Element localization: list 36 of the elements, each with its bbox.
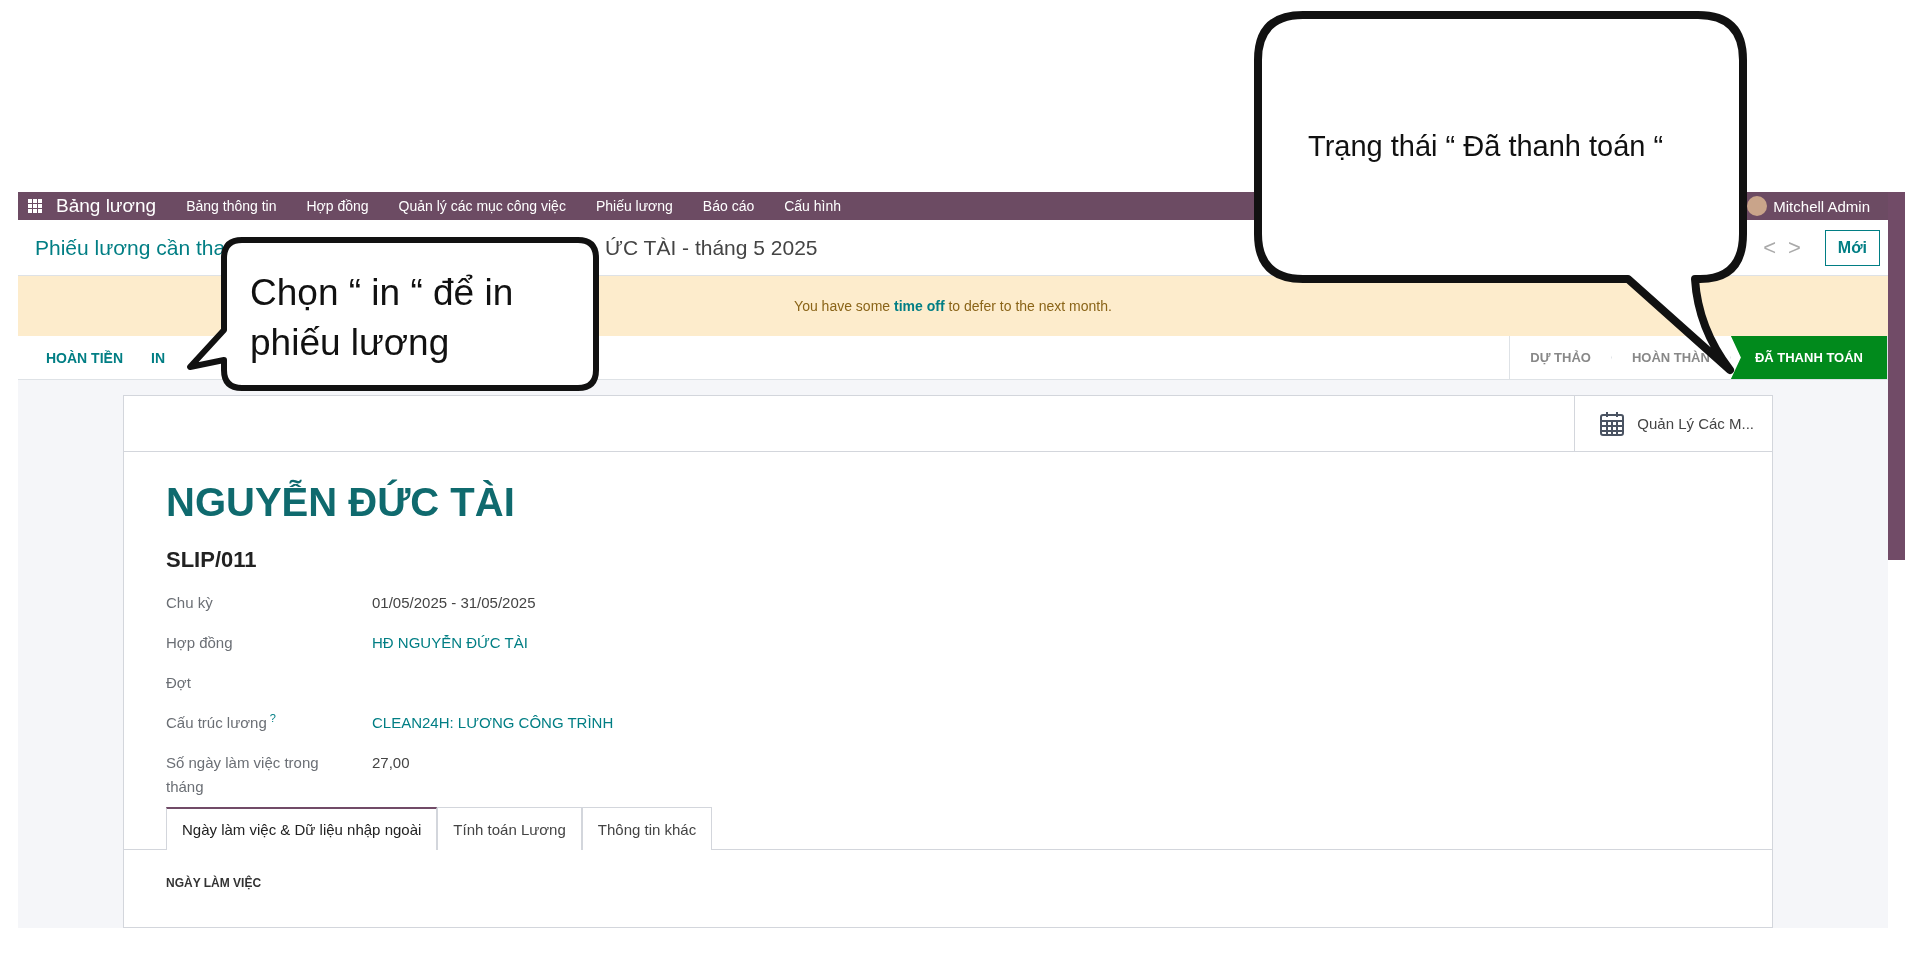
breadcrumb-title: ỨC TÀI - tháng 5 2025 [605, 235, 818, 260]
status-step[interactable]: ĐÃ THANH TOÁN [1730, 336, 1888, 379]
payslip-reference: SLIP/011 [166, 547, 258, 573]
help-icon[interactable]: ? [269, 712, 276, 724]
field-label: Chu kỳ [166, 594, 213, 611]
section-heading: NGÀY LÀM VIỆC [166, 876, 263, 890]
menu-item[interactable]: Cấu hình [784, 198, 842, 214]
user-name[interactable]: Mitchell Admin [1773, 197, 1870, 215]
field-label: Số ngày làm việc trong tháng [166, 754, 319, 795]
menu-item[interactable]: Hợp đồng [306, 198, 369, 214]
callout-text: Chọn “ in “ để in phiếu lương [250, 271, 515, 365]
new-button[interactable]: Mới [1824, 229, 1880, 266]
app-name[interactable]: Bảng lương [56, 195, 157, 217]
menu-item[interactable]: Quản lý các mục công việc [398, 198, 566, 214]
menu-item[interactable]: Bảng thông tin [186, 198, 277, 214]
avatar[interactable] [1747, 196, 1768, 216]
tab[interactable]: Tính toán Lương [437, 807, 582, 850]
employee-name: NGUYỄN ĐỨC TÀI [166, 480, 516, 525]
field-value: 27,00 [372, 754, 410, 771]
field-label: Đợt [166, 674, 191, 691]
field-value: 01/05/2025 - 31/05/2025 [372, 594, 536, 611]
field-value[interactable]: CLEAN24H: LƯƠNG CÔNG TRÌNH [372, 714, 614, 731]
action-button[interactable]: IN [141, 341, 175, 374]
apps-grid-icon[interactable] [28, 199, 42, 213]
field-label: Hợp đồng [166, 634, 233, 651]
tab[interactable]: Thông tin khác [581, 807, 713, 850]
field-value[interactable]: HĐ NGUYỄN ĐỨC TÀI [372, 634, 528, 651]
tab[interactable]: Ngày làm việc & Dữ liệu nhập ngoài [166, 807, 438, 850]
menu-item[interactable]: Phiếu lương [595, 198, 673, 214]
calendar-icon [1599, 410, 1626, 437]
scrollbar[interactable] [1888, 192, 1905, 560]
action-button[interactable]: HOÀN TIỀN [36, 341, 133, 374]
field-label: Cấu trúc lương [166, 714, 267, 731]
menu-item[interactable]: Báo cáo [702, 198, 755, 214]
callout-text: Trạng thái “ Đã thanh toán “ [1308, 130, 1664, 163]
banner-message: You have some time off to defer to the next month. [794, 298, 1112, 314]
